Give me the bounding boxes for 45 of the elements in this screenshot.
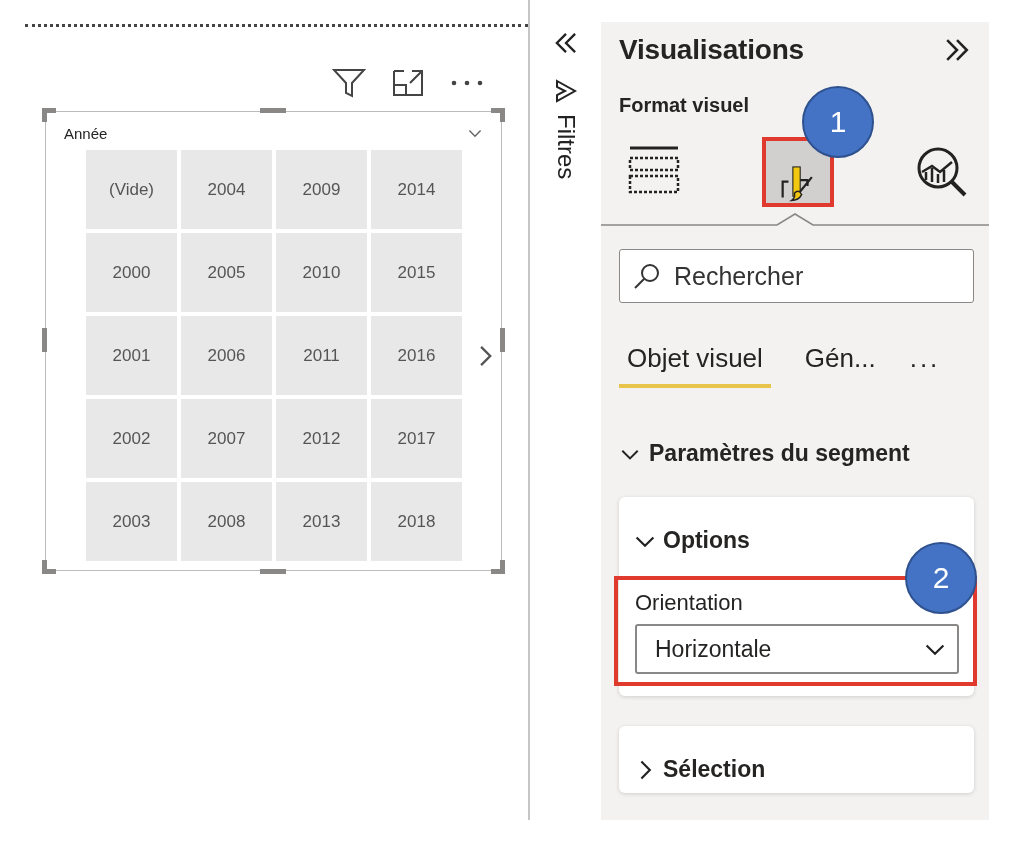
resize-handle[interactable] <box>260 569 286 574</box>
expand-icon[interactable] <box>392 69 424 97</box>
slicer-tile[interactable]: 2011 <box>276 316 367 395</box>
more-tabs[interactable]: ... <box>909 343 941 388</box>
slicer-tile[interactable]: 2006 <box>181 316 272 395</box>
slicer-tile[interactable]: 2005 <box>181 233 272 312</box>
slicer-tile[interactable]: 2012 <box>276 399 367 478</box>
slicer-tile[interactable]: 2018 <box>371 482 462 561</box>
tab[interactable]: Gén... <box>796 343 884 388</box>
section-header[interactable]: Paramètres du segment <box>619 440 910 467</box>
card-header[interactable]: Options <box>633 527 750 554</box>
slicer-tile[interactable]: 2014 <box>371 150 462 229</box>
filter-icon[interactable] <box>332 67 366 99</box>
resize-handle[interactable] <box>500 328 505 352</box>
slicer-title: Année <box>64 124 108 142</box>
field-label: Orientation <box>635 590 743 616</box>
slicer-tile[interactable]: 2008 <box>181 482 272 561</box>
slicer-tile[interactable]: 2009 <box>276 150 367 229</box>
slicer-tile[interactable]: (Vide) <box>86 150 177 229</box>
slicer-tile[interactable]: 2007 <box>181 399 272 478</box>
pane-title: Visualisations <box>619 34 804 66</box>
slicer-tile[interactable]: 2004 <box>181 150 272 229</box>
slicer-tile[interactable]: 2010 <box>276 233 367 312</box>
slicer-tile[interactable]: 2001 <box>86 316 177 395</box>
tab[interactable]: Objet visuel <box>619 343 771 388</box>
pane-subtitle: Format visuel <box>618 93 751 117</box>
slicer-tile[interactable]: 2017 <box>371 399 462 478</box>
slicer-tile[interactable]: 2002 <box>86 399 177 478</box>
slicer-tile[interactable]: 2003 <box>86 482 177 561</box>
step-callout-tooltip: 1 <box>802 86 874 158</box>
dropdown[interactable]: Horizontale <box>635 624 959 674</box>
slicer-tile[interactable]: 2015 <box>371 233 462 312</box>
resize-handle[interactable] <box>260 108 286 113</box>
pane-tab[interactable] <box>762 137 834 207</box>
search-field[interactable]: Rechercher <box>672 260 936 292</box>
slicer-tile[interactable]: 2016 <box>371 316 462 395</box>
slicer-tile[interactable]: 2013 <box>276 482 367 561</box>
card-header[interactable]: Sélection <box>633 756 766 783</box>
filter-icon <box>553 78 578 104</box>
search-icon <box>632 261 662 291</box>
slicer-tile[interactable]: 2000 <box>86 233 177 312</box>
more-options-icon[interactable] <box>450 78 484 88</box>
search-box[interactable]: Rechercher <box>619 249 974 303</box>
resize-handle[interactable] <box>42 328 47 352</box>
filters-pane-label[interactable]: Filtres <box>553 114 578 180</box>
